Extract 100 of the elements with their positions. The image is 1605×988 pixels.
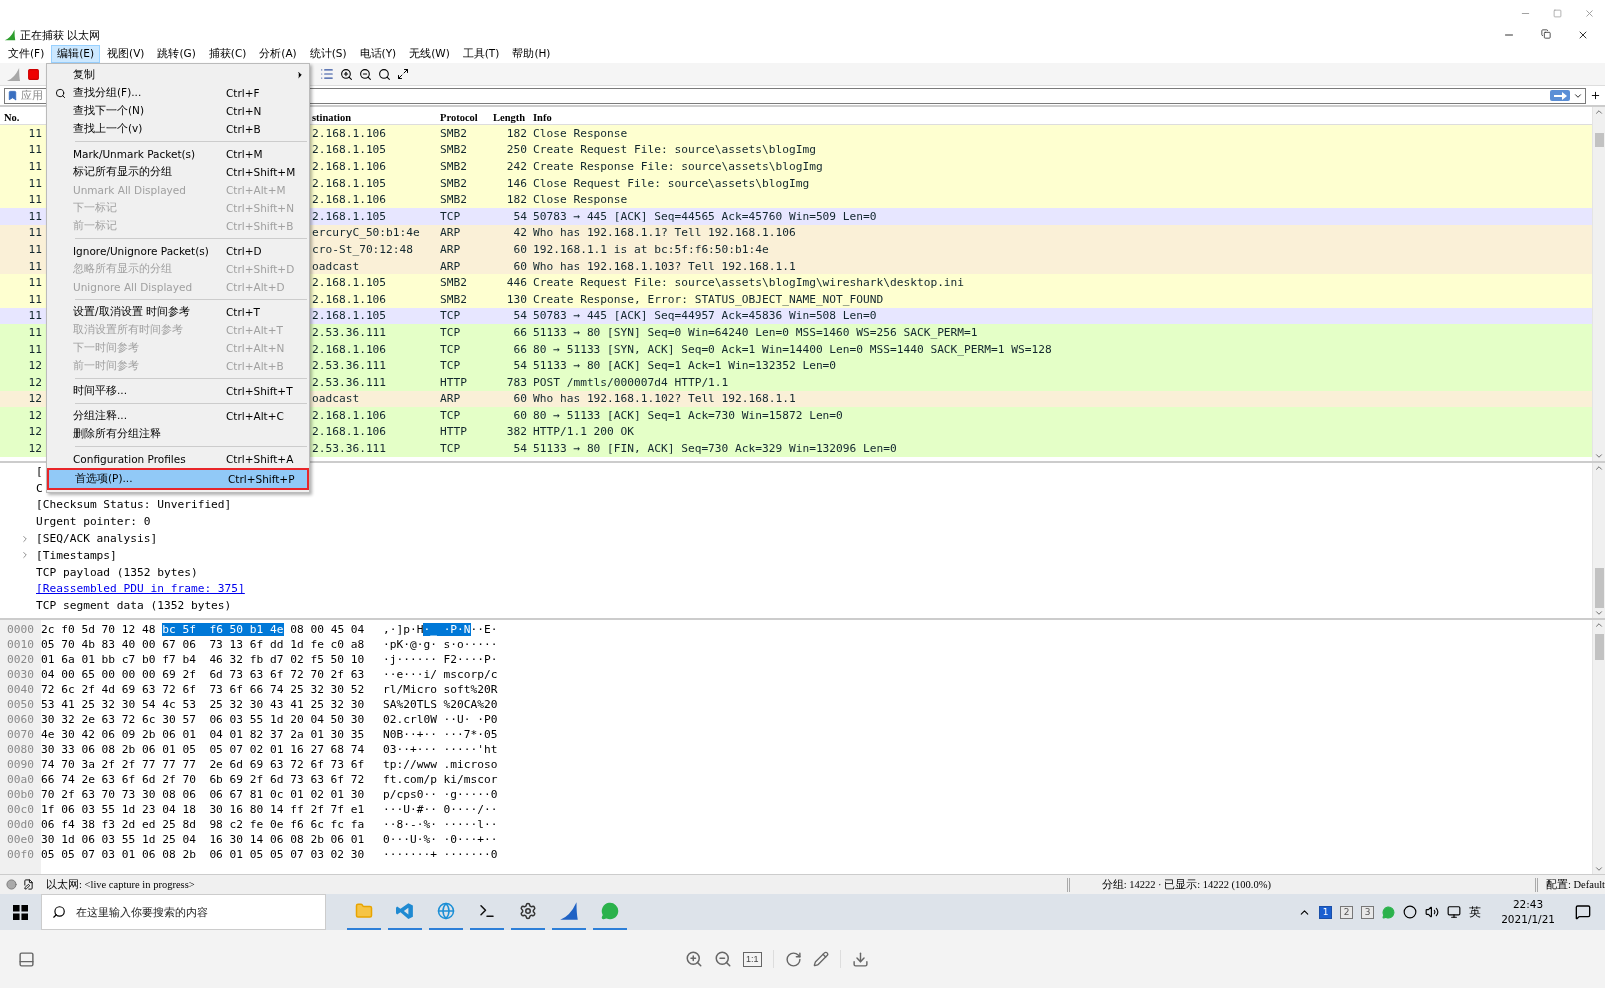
clock-date[interactable]: 2021/1/21 <box>1501 912 1555 927</box>
column-header[interactable]: stination <box>312 111 440 123</box>
menu-item[interactable]: Ignore/Unignore Packet(s) Ctrl+D <box>47 242 309 260</box>
table-cell-text: oadcast <box>312 259 361 273</box>
profile-label[interactable]: 配置: Default <box>1545 877 1605 892</box>
scrollbar[interactable] <box>1592 463 1605 618</box>
column-header[interactable]: Protocol <box>440 111 486 123</box>
scroll-down-icon[interactable] <box>1594 608 1604 618</box>
scroll-thumb[interactable] <box>1594 634 1604 660</box>
menu-item[interactable]: 捕获(C) <box>202 44 253 63</box>
stop-icon[interactable] <box>27 67 40 81</box>
table-cell-text: 2.53.36.111 <box>312 359 388 373</box>
table-cell-text: 50783 → 445 [ACK] Seq=44565 Ack=45760 Win=509 Len=0 <box>532 209 878 223</box>
input-method-indicator[interactable]: 英 <box>1469 903 1482 921</box>
menu-item[interactable]: 查找下一个(N) Ctrl+N <box>47 102 309 120</box>
menu-item[interactable]: 视图(V) <box>101 44 151 63</box>
layout-icon[interactable] <box>18 950 35 968</box>
hex-bytes: 74 70 3a 2f 2f 77 77 77 2e 6d 69 63 72 6f 73 6f <box>41 758 366 771</box>
hex-bytes: 1f 06 03 55 1d 23 04 18 30 16 80 14 ff 2f 7f e1 <box>41 803 366 816</box>
scroll-up-icon[interactable] <box>1594 107 1604 117</box>
table-cell-text: 51133 → 80 [ACK] Seq=1 Ack=1 Win=132352 Len=0 <box>532 359 838 373</box>
column-header[interactable]: No. <box>0 111 46 123</box>
menu-item[interactable]: 分组注释... Ctrl+Alt+C <box>47 407 309 425</box>
volume-icon[interactable] <box>1425 905 1440 919</box>
hex-bytes: 4e 30 42 06 09 2b 06 01 04 01 82 37 2a 01 30 35 <box>41 728 366 741</box>
window-title: 正在捕获 以太网 <box>20 27 101 43</box>
table-cell-text: Create Response File: source\assets\blogImg <box>532 160 824 173</box>
scroll-up-icon[interactable] <box>1594 463 1604 473</box>
apply-filter-button[interactable] <box>1550 90 1570 101</box>
menu-item[interactable]: 统计(S) <box>303 44 353 63</box>
menu-item[interactable]: 帮助(H) <box>506 44 557 63</box>
annotated-menu-item[interactable]: 首选项(P)... Ctrl+Shift+P <box>47 468 309 490</box>
menu-item[interactable]: 删除所有分组注释 <box>47 425 309 443</box>
table-cell-text: 60 <box>512 392 527 406</box>
resize-columns-icon[interactable] <box>397 68 409 80</box>
column-header[interactable]: Length <box>486 111 527 123</box>
zoom-in-icon[interactable] <box>340 67 353 81</box>
table-cell-text: Create Request File: source\assets\blogImg\wireshark\desktop.ini <box>532 276 966 290</box>
table-cell-text: 130 <box>505 292 527 306</box>
network-icon[interactable] <box>1447 905 1462 919</box>
expand-icon[interactable] <box>20 533 30 544</box>
bookmark-icon[interactable] <box>7 90 18 101</box>
scroll-thumb[interactable] <box>1594 133 1604 147</box>
edit-note-icon[interactable] <box>23 879 34 890</box>
fin-icon <box>559 901 579 921</box>
table-cell-text: 54 <box>512 359 527 373</box>
menu-item[interactable]: 无线(W) <box>403 44 456 63</box>
restore-icon[interactable] <box>1541 29 1551 39</box>
byte-offset: 0050 <box>6 698 34 711</box>
detail-line[interactable]: [SEQ/ACK analysis] <box>36 532 158 546</box>
hex-bytes: 66 74 2e 63 6f 6d 2f 70 6b 69 2f 6d 73 63 6f 72 <box>41 773 366 786</box>
taskbar-search-field[interactable]: 在这里输入你要搜索的内容 <box>41 894 326 930</box>
desktop-switcher[interactable]: 1 <box>1319 905 1333 919</box>
scrollbar[interactable] <box>1592 620 1605 874</box>
menu-item[interactable]: 电话(Y) <box>353 44 403 63</box>
download-icon[interactable] <box>851 950 869 968</box>
scrollbar[interactable] <box>1592 107 1605 461</box>
menu-item[interactable]: 文件(F) <box>2 44 51 63</box>
menu-item[interactable]: 复制 <box>47 66 309 84</box>
table-cell-text: ARP <box>440 242 462 256</box>
desktop-switcher[interactable]: 2 <box>1340 905 1354 919</box>
table-cell-text: 11 <box>27 193 43 207</box>
expand-icon[interactable] <box>20 550 30 561</box>
menu-item[interactable]: 跳转(G) <box>151 44 202 63</box>
table-cell-text: SMB2 <box>440 126 468 140</box>
table-cell-text: 2.168.1.106 <box>312 193 388 207</box>
column-header[interactable]: Info <box>527 111 1592 123</box>
ascii-text: ·pK·@·g· s·o····· <box>383 638 498 651</box>
table-cell-text: 11 <box>27 259 43 273</box>
clock-time[interactable]: 22:43 <box>1512 897 1544 912</box>
table-cell-text: POST /mmtls/000007d4 HTTP/1.1 <box>532 375 730 389</box>
edit-icon[interactable] <box>812 951 829 967</box>
detail-line: [ <box>36 464 43 478</box>
ring-tray-icon[interactable] <box>1403 905 1418 919</box>
menu-item[interactable]: 分析(A) <box>253 44 303 63</box>
desktop-switcher[interactable]: 3 <box>1361 905 1375 919</box>
hex-bytes: 30 1d 06 03 55 1d 25 04 16 30 14 06 08 2b 06 01 <box>41 833 366 846</box>
detail-line[interactable]: [Timestamps] <box>36 548 117 562</box>
actual-size-button[interactable]: 1:1 <box>743 951 762 967</box>
zoom-normal-icon[interactable] <box>378 67 391 81</box>
frame-link[interactable]: [Reassembled PDU in frame: 375] <box>36 582 245 596</box>
scroll-down-icon[interactable] <box>1594 451 1604 461</box>
zoom-out-icon[interactable] <box>359 67 372 81</box>
folder-icon <box>355 902 373 920</box>
scroll-down-icon[interactable] <box>1594 864 1604 874</box>
close-icon[interactable] <box>1577 29 1589 41</box>
menu-item[interactable]: 查找分组(F)... Ctrl+F <box>47 84 309 102</box>
list-icon[interactable] <box>320 67 334 81</box>
table-cell-text: Close Response <box>532 126 629 140</box>
add-icon[interactable] <box>1590 90 1601 101</box>
scroll-up-icon[interactable] <box>1594 620 1604 630</box>
rotate-icon[interactable] <box>784 950 802 968</box>
notifications-icon[interactable] <box>1575 904 1591 920</box>
byte-offset: 0060 <box>6 713 34 726</box>
table-cell-text: 11 <box>27 342 43 356</box>
menu-item[interactable]: 编辑(E) <box>51 44 101 63</box>
table-cell-text: 60 <box>512 259 527 273</box>
menu-item[interactable]: 工具(T) <box>456 44 506 63</box>
scroll-thumb[interactable] <box>1594 568 1604 608</box>
start-capture-icon[interactable] <box>6 66 21 82</box>
